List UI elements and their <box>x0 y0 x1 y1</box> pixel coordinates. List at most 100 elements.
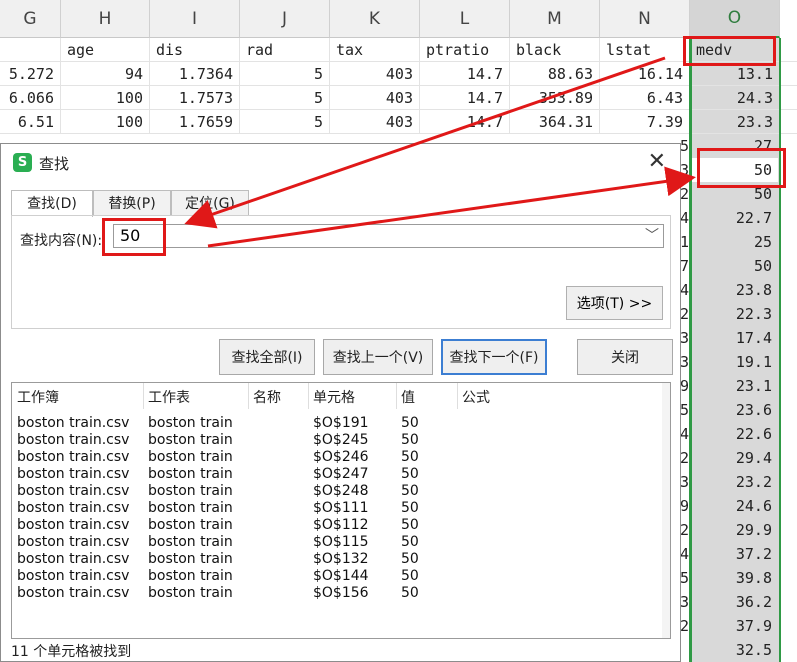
chevron-down-icon[interactable]: ﹀ <box>645 225 659 247</box>
medv-cell[interactable]: 39.8 <box>692 566 778 590</box>
results-column-header[interactable]: 公式 <box>462 387 490 407</box>
column-header-h[interactable]: H <box>61 0 150 38</box>
column-header-g[interactable]: G <box>0 0 61 38</box>
cell[interactable]: 5 <box>240 86 330 110</box>
cell[interactable]: 14.7 <box>420 110 510 134</box>
column-header-j[interactable]: J <box>240 0 330 38</box>
cell[interactable]: 5 <box>240 62 330 86</box>
tab-find[interactable]: 查找(D) <box>11 190 93 217</box>
column-header-k[interactable]: K <box>330 0 420 38</box>
find-input[interactable]: 50 ﹀ <box>113 224 664 248</box>
column-header-i[interactable]: I <box>150 0 240 38</box>
medv-cell[interactable]: 50 <box>692 254 778 278</box>
header-cell[interactable]: lstat <box>600 38 690 62</box>
result-cell: $O$246 <box>313 449 369 465</box>
result-cell: boston train <box>148 568 233 584</box>
cell[interactable]: 6.066 <box>0 86 61 110</box>
medv-cell[interactable]: 37.9 <box>692 614 778 638</box>
column-divider[interactable] <box>143 383 144 409</box>
find-previous-button[interactable]: 查找上一个(V) <box>323 339 433 375</box>
medv-cell[interactable]: 24.6 <box>692 494 778 518</box>
medv-cell[interactable]: 22.7 <box>692 206 778 230</box>
cell[interactable]: 23.3 <box>690 110 780 134</box>
cell[interactable]: 7.39 <box>600 110 690 134</box>
medv-cell[interactable]: 23.8 <box>692 278 778 302</box>
header-cell[interactable]: rad <box>240 38 330 62</box>
cell[interactable]: 100 <box>61 86 150 110</box>
medv-cell[interactable]: 22.3 <box>692 302 778 326</box>
column-divider[interactable] <box>396 383 397 409</box>
selection-border-right <box>779 38 781 662</box>
cell[interactable]: 5.272 <box>0 62 61 86</box>
cell[interactable]: 16.14 <box>600 62 690 86</box>
close-icon[interactable]: ✕ <box>648 149 666 174</box>
tab-goto[interactable]: 定位(G) <box>171 190 249 216</box>
header-cell[interactable]: black <box>510 38 600 62</box>
result-cell: boston train <box>148 517 233 533</box>
medv-cell[interactable]: 22.6 <box>692 422 778 446</box>
app-logo-icon: S <box>13 153 32 172</box>
result-cell: boston train.csv <box>17 415 130 431</box>
cell[interactable]: 5 <box>240 110 330 134</box>
cell[interactable]: 14.7 <box>420 62 510 86</box>
results-column-header[interactable]: 工作簿 <box>17 387 59 407</box>
cell[interactable]: 1.7659 <box>150 110 240 134</box>
column-header-l[interactable]: L <box>420 0 510 38</box>
header-cell[interactable]: ptratio <box>420 38 510 62</box>
results-list[interactable]: 工作簿 工作表 名称 单元格值公式 boston train.csv boston tr… <box>11 382 671 639</box>
header-cell[interactable]: tax <box>330 38 420 62</box>
column-header-o[interactable]: O <box>690 0 780 38</box>
cell[interactable]: 403 <box>330 62 420 86</box>
column-divider[interactable] <box>457 383 458 409</box>
cell[interactable]: 353.89 <box>510 86 600 110</box>
cell[interactable]: 403 <box>330 86 420 110</box>
medv-cell[interactable]: 23.2 <box>692 470 778 494</box>
medv-cell[interactable]: 29.9 <box>692 518 778 542</box>
cell[interactable]: 14.7 <box>420 86 510 110</box>
find-all-button[interactable]: 查找全部(I) <box>219 339 315 375</box>
result-cell: 50 <box>401 534 419 550</box>
cell[interactable]: 100 <box>61 110 150 134</box>
cell[interactable]: 94 <box>61 62 150 86</box>
medv-cell[interactable]: 25 <box>692 230 778 254</box>
header-cell[interactable] <box>0 38 61 62</box>
cell[interactable]: 1.7364 <box>150 62 240 86</box>
medv-cell[interactable]: 32.5 <box>692 638 778 662</box>
column-header-n[interactable]: N <box>600 0 690 38</box>
medv-cell[interactable]: 29.4 <box>692 446 778 470</box>
results-scrollbar[interactable] <box>662 383 670 638</box>
result-cell: boston train <box>148 551 233 567</box>
status-text: 11 个单元格被找到 <box>11 644 132 660</box>
cell[interactable]: 364.31 <box>510 110 600 134</box>
cell[interactable]: 6.43 <box>600 86 690 110</box>
results-column-header[interactable]: 工作表 <box>148 387 190 407</box>
medv-cell[interactable]: 36.2 <box>692 590 778 614</box>
data-row: 6.066 100 1.7573 5 403 14.7 353.89 6.43 24.3 <box>0 86 797 110</box>
result-cell: boston train <box>148 466 233 482</box>
find-next-button[interactable]: 查找下一个(F) <box>441 339 547 375</box>
results-column-header[interactable]: 值 <box>401 387 415 407</box>
dialog-title: 查找 <box>39 155 70 173</box>
result-cell: boston train.csv <box>17 585 130 601</box>
medv-cell[interactable]: 23.1 <box>692 374 778 398</box>
cell[interactable]: 6.51 <box>0 110 61 134</box>
cell[interactable]: 24.3 <box>690 86 780 110</box>
header-cell[interactable]: dis <box>150 38 240 62</box>
medv-cell[interactable]: 17.4 <box>692 326 778 350</box>
column-divider[interactable] <box>248 383 249 409</box>
column-header-m[interactable]: M <box>510 0 600 38</box>
column-divider[interactable] <box>308 383 309 409</box>
options-button[interactable]: 选项(T) >> <box>566 286 663 320</box>
tab-replace[interactable]: 替换(P) <box>93 190 171 216</box>
header-cell[interactable]: age <box>61 38 150 62</box>
results-column-header[interactable]: 名称 <box>253 387 281 407</box>
results-column-header[interactable]: 单元格 <box>313 387 355 407</box>
result-cell: boston train.csv <box>17 568 130 584</box>
medv-cell[interactable]: 37.2 <box>692 542 778 566</box>
cell[interactable]: 403 <box>330 110 420 134</box>
close-button[interactable]: 关闭 <box>577 339 673 375</box>
medv-cell[interactable]: 19.1 <box>692 350 778 374</box>
cell[interactable]: 1.7573 <box>150 86 240 110</box>
cell[interactable]: 88.63 <box>510 62 600 86</box>
medv-cell[interactable]: 23.6 <box>692 398 778 422</box>
